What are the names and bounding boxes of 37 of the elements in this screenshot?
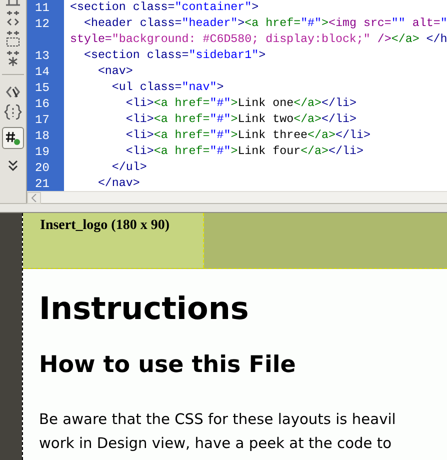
code-line: <li><a href="#">Link two</a></li> xyxy=(124,112,356,128)
code-line: </ul> xyxy=(110,160,147,176)
code-line: </nav> xyxy=(96,176,140,191)
collapse-tag-icon[interactable] xyxy=(4,10,22,28)
line-number: 11 xyxy=(34,0,50,16)
code-line: style="background: #C6D580; display:block;" /></a> </h xyxy=(70,32,447,48)
page-heading: Instructions xyxy=(39,291,250,328)
line-number: 14 xyxy=(34,64,50,80)
code-line: <li><a href="#">Link one</a></li> xyxy=(124,96,356,112)
arrow-left-icon xyxy=(31,194,37,202)
paragraph-line: Be aware that the CSS for these layouts is heavil xyxy=(39,410,396,428)
line-number: 18 xyxy=(34,128,50,144)
code-line: <ul class="nav"> xyxy=(110,80,224,96)
line-numbers-button[interactable] xyxy=(2,127,24,149)
line-number: 13 xyxy=(34,48,50,64)
balance-braces-icon[interactable] xyxy=(4,103,22,121)
expand-all-icon[interactable] xyxy=(4,50,22,68)
collapse-selection-icon[interactable] xyxy=(4,30,22,48)
code-line: <li><a href="#">Link four</a></li> xyxy=(124,144,364,160)
toolbar-icon[interactable] xyxy=(4,0,22,8)
code-line: <nav> xyxy=(96,64,133,80)
hash-icon xyxy=(5,130,21,146)
line-number: 12 xyxy=(34,16,50,32)
line-number: 19 xyxy=(34,144,50,160)
line-number: 15 xyxy=(34,80,50,96)
line-number: 17 xyxy=(34,112,50,128)
logo-placeholder[interactable]: Insert_logo (180 x 90) xyxy=(23,213,204,268)
line-number: 21 xyxy=(34,176,50,191)
line-number: 20 xyxy=(34,160,50,176)
code-line: <section class="container"> xyxy=(70,0,259,16)
code-line: <li><a href="#">Link three</a></li> xyxy=(124,128,370,144)
code-line: <header class="header"><a href="#"><img src="" alt=" xyxy=(82,16,447,32)
paragraph-line: work in Design view, have a peek at the code to xyxy=(39,434,392,452)
line-number: 16 xyxy=(34,96,50,112)
section-heading: How to use this File xyxy=(39,352,297,380)
view-splitter[interactable] xyxy=(0,203,447,213)
code-line: <section class="sidebar1"> xyxy=(82,48,266,64)
